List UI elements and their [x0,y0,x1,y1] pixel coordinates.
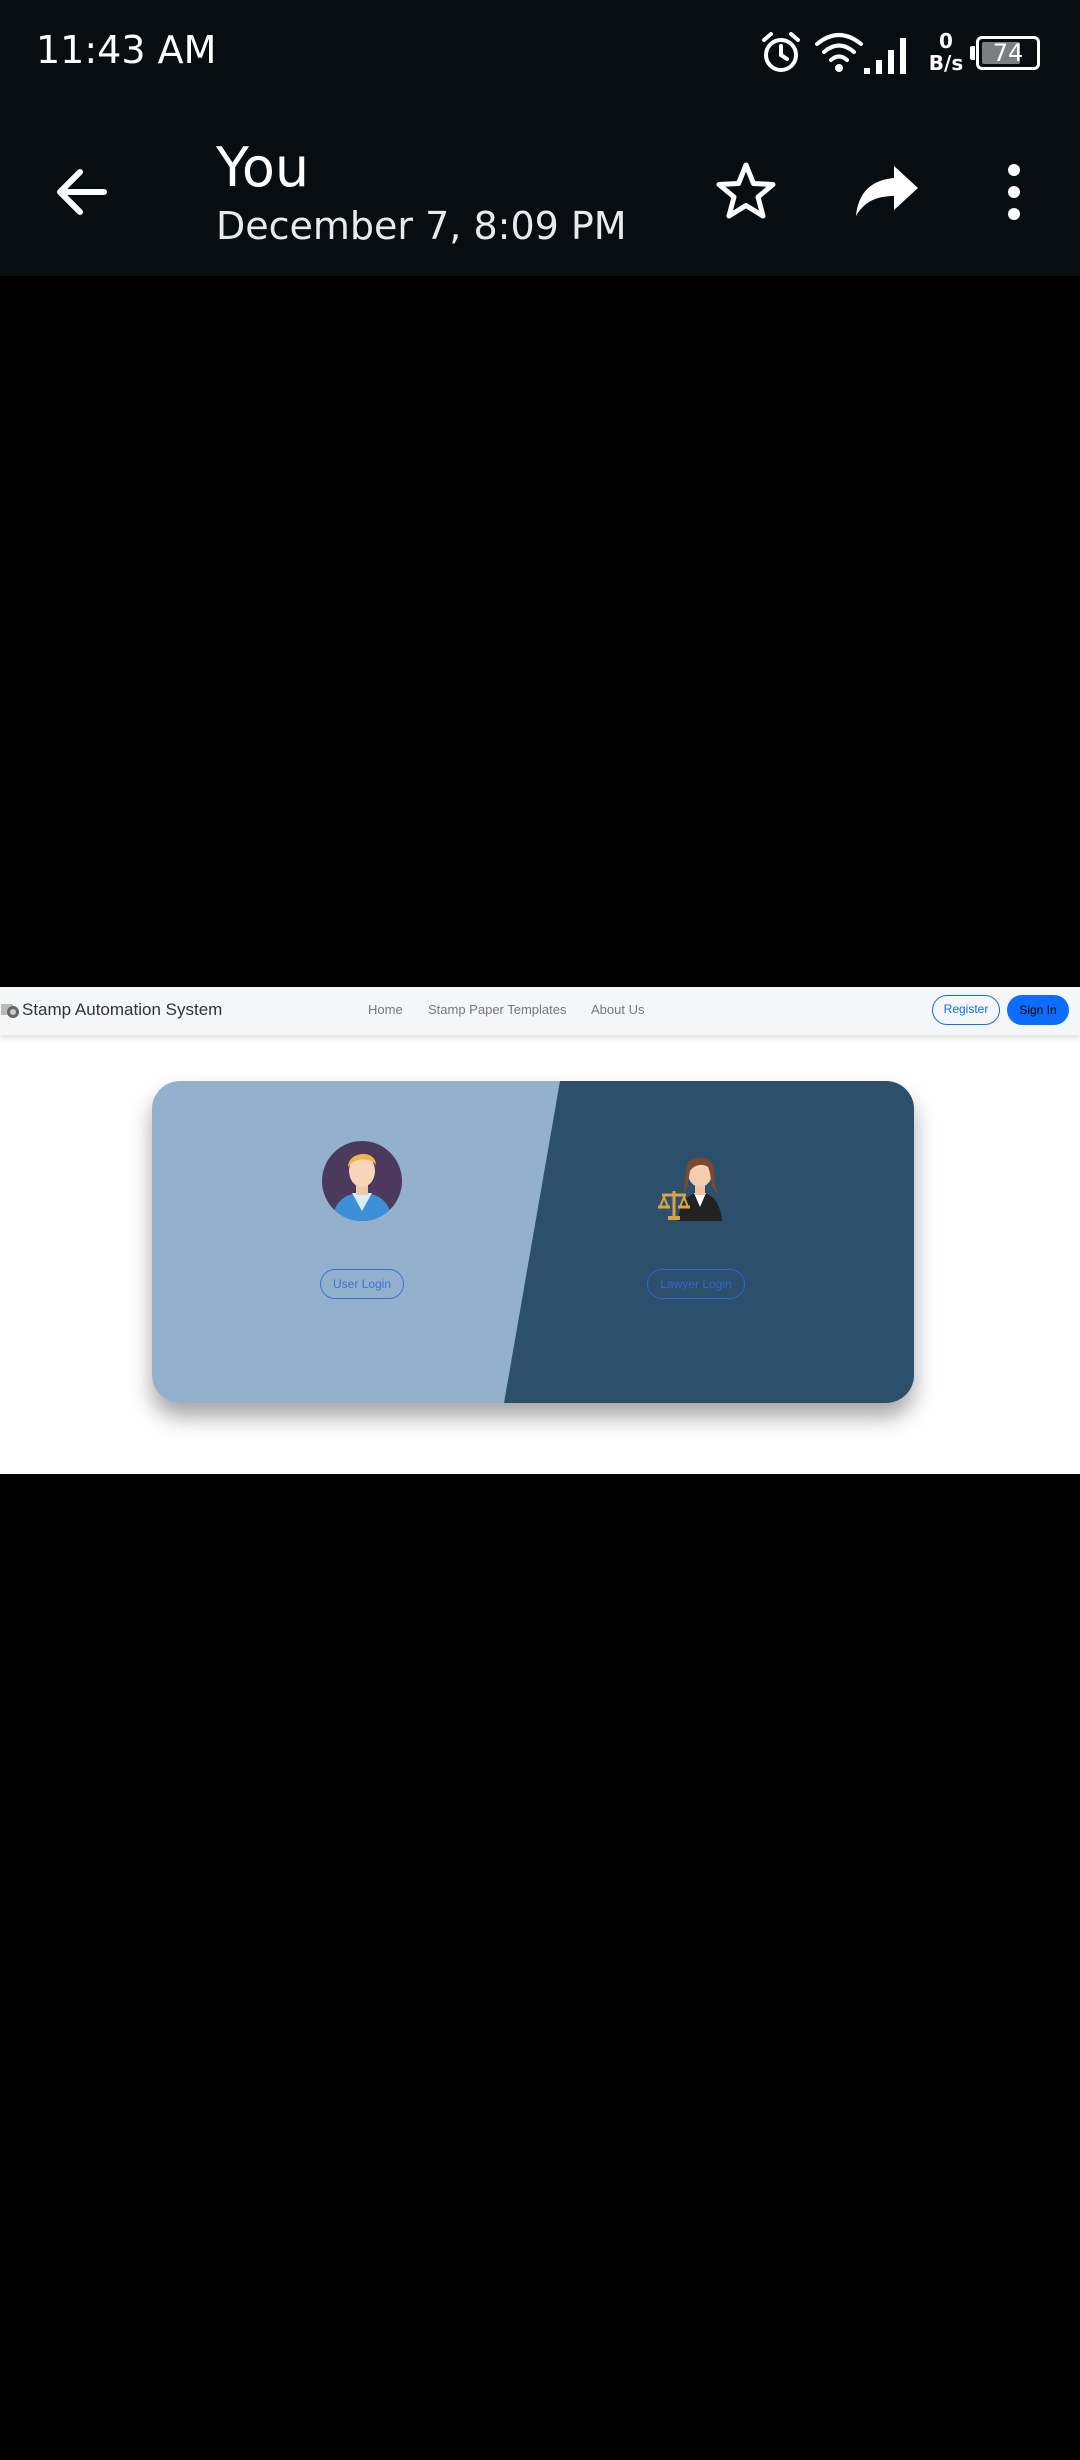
battery-level: 74 [992,39,1024,67]
network-speed: 0 B/s [916,30,976,74]
more-vert-icon[interactable] [994,160,1034,224]
lawyer-login-button[interactable]: Lawyer Login [647,1269,745,1299]
alarm-icon [762,32,800,72]
back-arrow-icon[interactable] [52,160,116,224]
battery-tip [970,46,975,60]
login-card: User Login Lawyer Login [152,1081,914,1403]
wifi-icon [815,33,863,72]
web-brand[interactable]: Stamp Automation System [22,1000,222,1020]
nav-stamp-paper-templates[interactable]: Stamp Paper Templates [428,1002,567,1017]
status-time: 11:43 AM [36,28,217,72]
sender-title: You [216,136,310,199]
battery-icon: 74 [976,36,1040,70]
nav-about-us[interactable]: About Us [591,1002,644,1017]
user-login-button[interactable]: User Login [320,1269,404,1299]
sign-in-button[interactable]: Sign In [1007,995,1069,1025]
app-bar: You December 7, 8:09 PM [0,100,1080,276]
network-speed-unit: B/s [928,51,964,75]
register-button[interactable]: Register [932,995,1000,1025]
user-avatar-icon [322,1141,402,1221]
signal-icon [864,38,906,74]
stamp-logo-icon [1,1004,19,1018]
forward-icon[interactable] [852,160,922,224]
lawyer-avatar-icon [658,1157,722,1221]
card-background [152,1081,914,1403]
nav-home[interactable]: Home [368,1002,403,1017]
message-date: December 7, 8:09 PM [216,204,627,248]
status-bar: 11:43 AM 0 B/s 74 [0,0,1080,100]
network-speed-value: 0 [939,29,953,53]
web-navbar: Stamp Automation System Home Stamp Paper… [0,987,1080,1035]
star-icon[interactable] [714,160,778,224]
shared-image[interactable]: Stamp Automation System Home Stamp Paper… [0,987,1080,1474]
